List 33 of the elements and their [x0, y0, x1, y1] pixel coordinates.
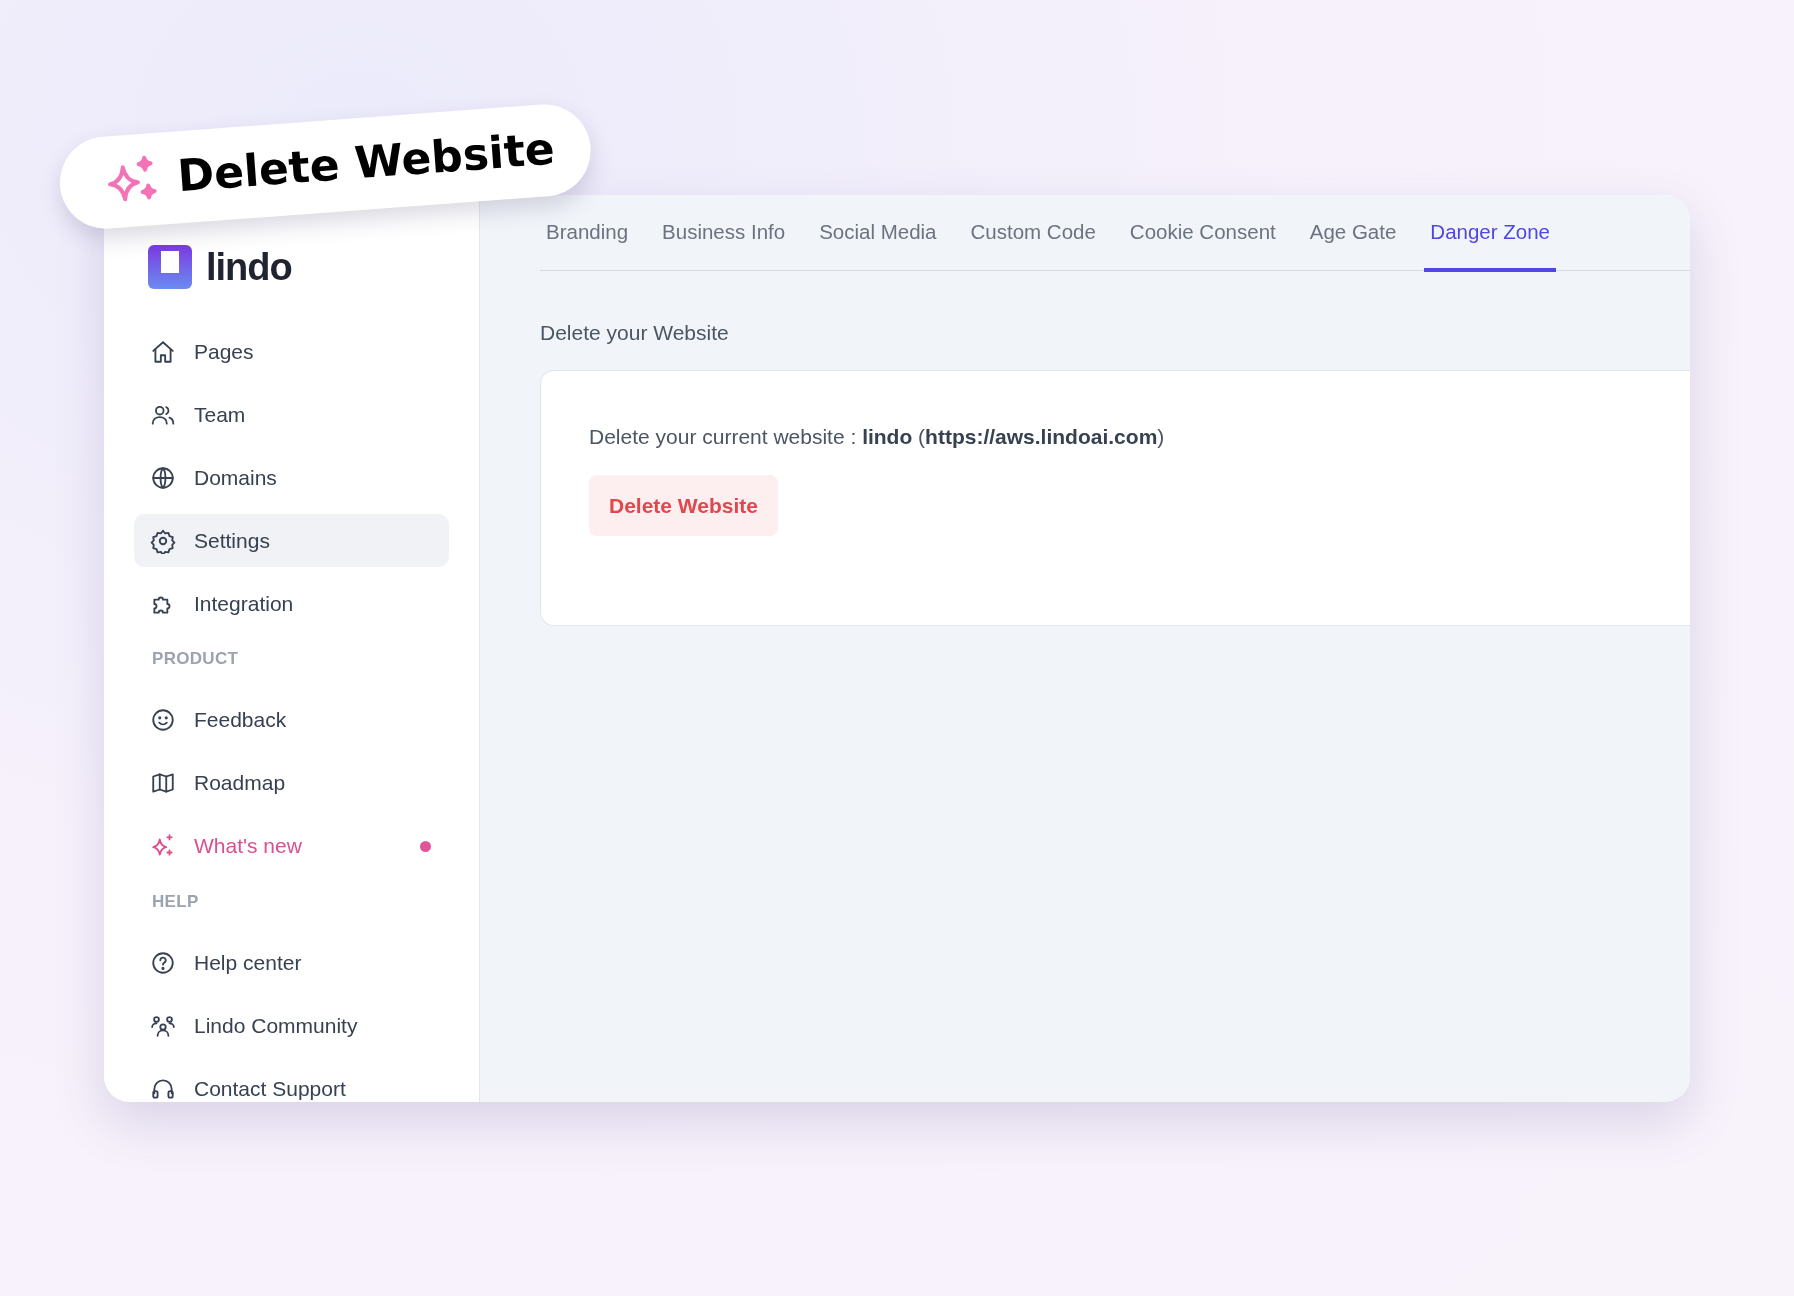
section-heading: HELP	[151, 890, 200, 913]
tab[interactable]: Cookie Consent	[1123, 209, 1282, 272]
logo-icon	[148, 245, 192, 289]
feature-title: Delete Website	[176, 126, 557, 199]
sidebar-item[interactable]: Feedback	[134, 693, 449, 747]
settings-icon	[150, 527, 176, 554]
sidebar-item[interactable]: Contact Support	[134, 1062, 449, 1102]
tab[interactable]: Branding	[540, 209, 635, 272]
globe-icon	[150, 464, 176, 491]
brand-name: lindo	[206, 248, 292, 286]
smiley-icon	[150, 707, 176, 733]
sidebar-item[interactable]: Integration	[134, 577, 449, 630]
sidebar-item[interactable]: Domains	[134, 451, 449, 504]
section-title: Delete your Website	[540, 319, 730, 346]
sidebar-item[interactable]: Team	[134, 388, 449, 441]
sidebar-item[interactable]: What's new	[134, 819, 449, 873]
tab[interactable]: Social Media	[813, 209, 943, 272]
tab[interactable]: Business Info	[656, 209, 792, 272]
delete-website-button[interactable]: Delete Website	[589, 474, 778, 537]
home-icon	[150, 338, 176, 365]
delete-description: Delete your current website : lindo (https://aws.lindoai.com)	[589, 424, 1166, 451]
help-icon	[150, 949, 176, 976]
section-heading: PRODUCT	[151, 648, 240, 670]
map-icon	[150, 770, 176, 796]
sparkle-icon	[150, 833, 176, 859]
sidebar-item[interactable]: Pages	[134, 325, 449, 378]
tab[interactable]: Custom Code	[964, 209, 1102, 272]
tab[interactable]: Age Gate	[1303, 209, 1403, 272]
tab[interactable]: Danger Zone	[1424, 209, 1557, 272]
sidebar-item[interactable]: Help center	[134, 936, 449, 989]
sidebar-item[interactable]: Roadmap	[134, 756, 449, 810]
sidebar-item[interactable]: Settings	[134, 514, 449, 567]
sidebar-item[interactable]: Lindo Community	[134, 999, 449, 1052]
